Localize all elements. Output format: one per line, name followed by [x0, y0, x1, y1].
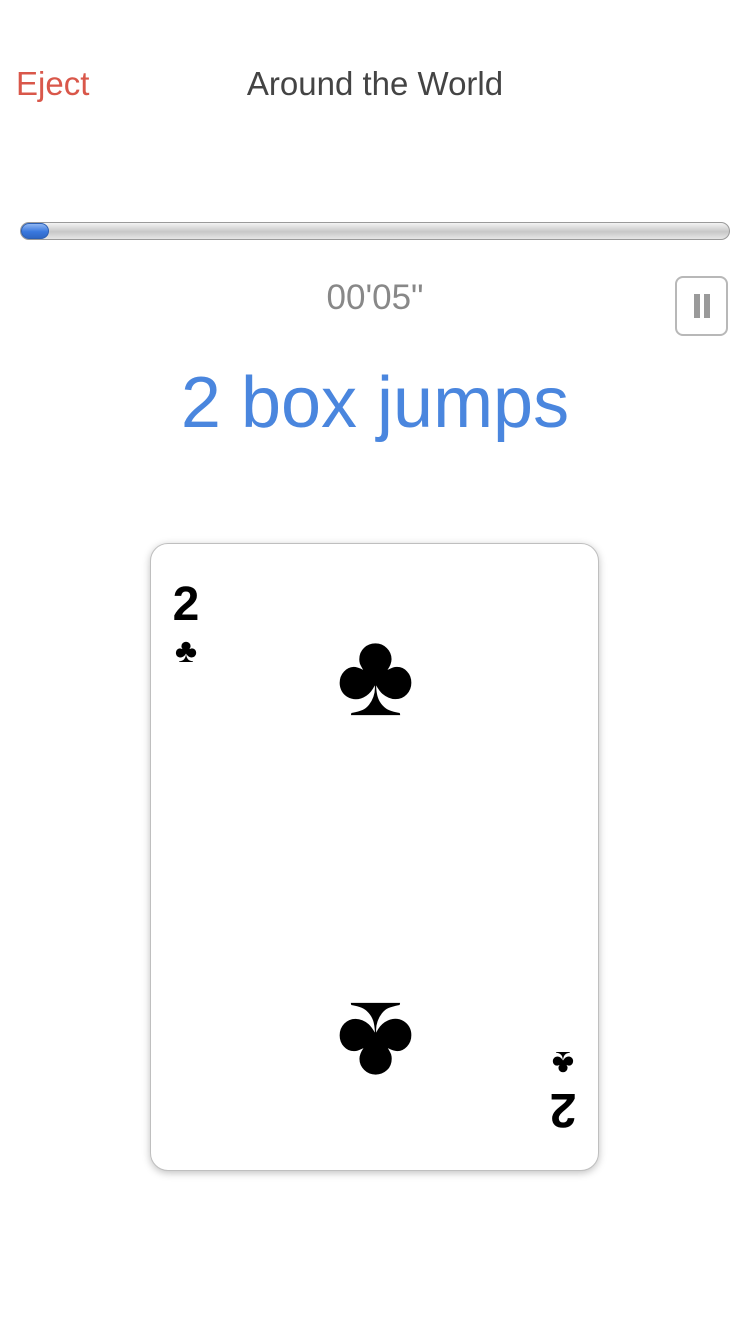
workout-progress-bar: [20, 222, 730, 240]
clubs-icon: ♣: [551, 1044, 575, 1082]
progress-bar-fill: [21, 223, 49, 239]
nav-bar: Eject Around the World: [0, 0, 750, 170]
current-exercise: 2 box jumps: [180, 363, 570, 443]
card-corner-bottom-right: 2 ♣: [528, 1044, 598, 1136]
pause-icon-bar: [703, 294, 710, 318]
card-rank: 2: [549, 1083, 577, 1136]
pause-icon: [693, 294, 700, 318]
clubs-pip-icon: ♣: [336, 607, 415, 741]
pause-button[interactable]: [675, 276, 728, 336]
elapsed-timer: 00'05": [326, 278, 424, 317]
workout-title: Around the World: [246, 65, 504, 102]
playing-card[interactable]: 2 ♣ ♣ ♣ 2 ♣: [150, 543, 599, 1171]
workout-screen: Eject Around the World 00'05" 2 box jump…: [0, 0, 750, 1334]
